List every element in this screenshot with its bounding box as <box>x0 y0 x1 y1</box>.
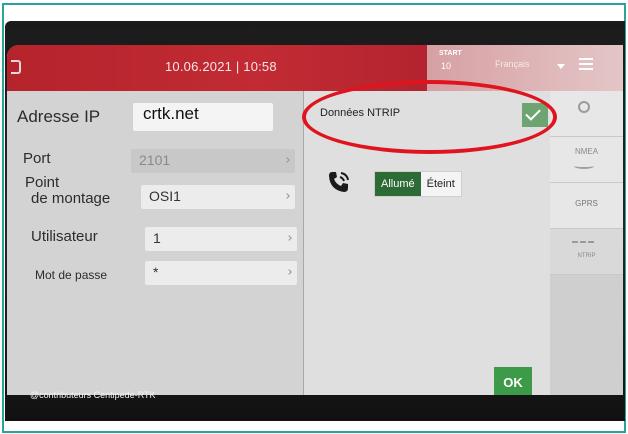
tab-nmea[interactable]: NMEA <box>550 137 623 183</box>
password-value: * <box>153 264 159 280</box>
password-label: Mot de passe <box>35 268 108 282</box>
menu-icon[interactable] <box>579 58 593 70</box>
ip-field[interactable]: crtk.net <box>133 103 273 131</box>
ok-button[interactable]: OK <box>494 367 532 395</box>
caret-down-icon[interactable] <box>557 64 565 69</box>
mount-field[interactable]: OSI1 <box>141 185 295 209</box>
ntrip-icon <box>572 241 594 251</box>
mount-label-line2: de montage <box>31 190 111 207</box>
chevron-icon <box>286 269 292 275</box>
settings-form: Adresse IP crtk.net Port 2101 Point de m… <box>7 91 303 395</box>
datetime: 10.06.2021 | 10:58 <box>165 59 277 74</box>
nmea-label: NMEA <box>574 147 599 156</box>
language-selector[interactable]: Français <box>495 59 530 69</box>
credit-text: @contributeurs Centipede-RTK <box>30 390 156 400</box>
phone-icon <box>329 172 349 192</box>
port-field[interactable]: 2101 <box>131 149 295 173</box>
ip-label: Adresse IP <box>17 107 101 126</box>
tab-gprs[interactable]: GPRS <box>550 183 623 229</box>
chevron-icon <box>284 193 290 199</box>
power-toggle[interactable]: Allumé Éteint <box>374 171 462 197</box>
ntrip-tab-label: NTRIP <box>577 253 596 259</box>
user-label: Utilisateur <box>31 228 98 245</box>
tab-ntrip[interactable]: NTRIP <box>550 229 623 275</box>
mount-label-line1: Point <box>25 174 60 191</box>
tab-satellite[interactable] <box>550 91 623 137</box>
chevron-icon <box>286 235 292 241</box>
user-value: 1 <box>153 230 161 246</box>
start-value: 10 <box>441 61 452 71</box>
back-icon[interactable] <box>11 60 21 74</box>
gprs-label: GPRS <box>575 199 598 208</box>
port-label: Port <box>23 150 51 167</box>
highlight-ellipse <box>302 80 557 154</box>
tab-strip: NMEA GPRS NTRIP <box>550 91 623 395</box>
port-value: 2101 <box>139 152 171 168</box>
toggle-on-button[interactable]: Allumé <box>375 172 421 196</box>
user-field[interactable]: 1 <box>145 227 297 251</box>
chevron-icon <box>284 157 290 163</box>
nmea-icon <box>574 163 594 169</box>
start-label: START <box>439 50 462 57</box>
toggle-off-button[interactable]: Éteint <box>420 172 461 196</box>
satellite-icon <box>578 101 590 113</box>
password-field[interactable]: * <box>145 261 297 285</box>
mount-value: OSI1 <box>149 188 181 204</box>
